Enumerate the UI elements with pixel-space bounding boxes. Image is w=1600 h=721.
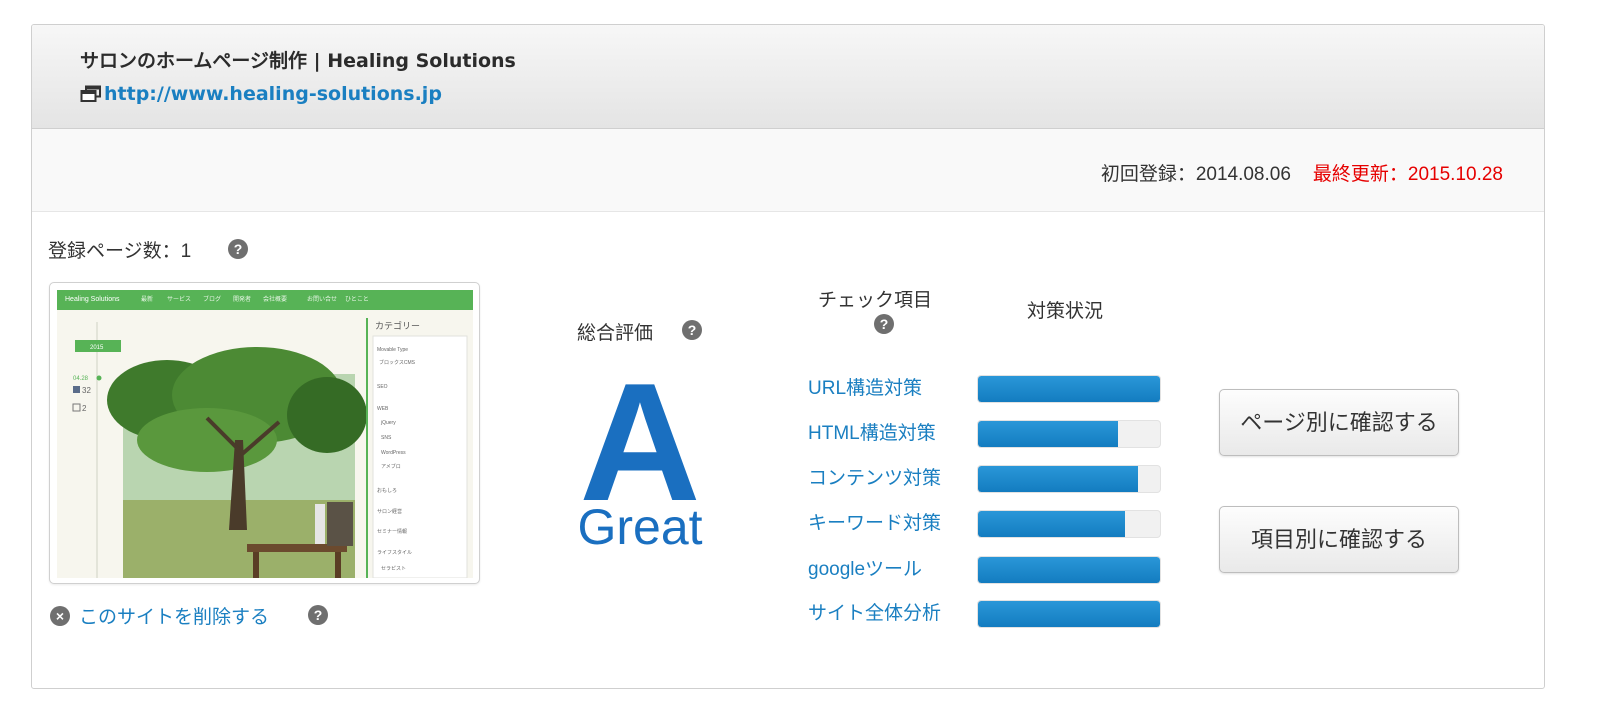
site-thumbnail[interactable]: Healing Solutions 最新 サービス ブログ 開発者 会社概要 お…: [49, 282, 480, 584]
thumb-year: 2015: [90, 345, 104, 351]
site-url-text[interactable]: http://www.healing-solutions.jp: [104, 83, 442, 105]
status-header: 対策状況: [1027, 301, 1104, 322]
thumb-category-title: カテゴリー: [375, 320, 420, 331]
progress-bar: [977, 465, 1161, 493]
progress-bar: [977, 375, 1161, 403]
thumb-menu-7: ひとこと: [345, 296, 369, 303]
thumb-category-3: WEB: [377, 406, 389, 412]
check-item-link[interactable]: サイト全体分析: [808, 599, 941, 629]
check-item-link[interactable]: googleツール: [808, 555, 922, 585]
thumb-date: 04.28: [73, 376, 89, 382]
help-icon[interactable]: ?: [682, 320, 702, 340]
delete-site-link[interactable]: × このサイトを削除する: [50, 602, 269, 629]
overall-grade-word: Great: [577, 499, 703, 555]
help-icon[interactable]: ?: [874, 314, 894, 334]
progress-bar-fill: [978, 601, 1160, 627]
site-title: サロンのホームページ制作 | Healing Solutions: [80, 50, 516, 72]
thumb-category-10: セミナー情報: [377, 528, 407, 535]
registration-dates: 初回登録：2014.08.06 最終更新：2015.10.28: [1101, 159, 1503, 186]
thumb-category-2: SEO: [377, 384, 388, 390]
progress-bar: [977, 600, 1161, 628]
delete-circle-icon[interactable]: ×: [50, 605, 70, 626]
thumb-category-4: jQuery: [380, 420, 396, 426]
progress-bar: [977, 420, 1161, 448]
help-icon[interactable]: ?: [228, 239, 248, 259]
registered-page-count: 登録ページ数：1: [48, 241, 192, 262]
thumb-menu-6: お問い合せ: [307, 295, 337, 303]
thumb-menu-4: 開発者: [233, 295, 251, 303]
thumb-menu-3: ブログ: [203, 295, 221, 303]
site-url-link[interactable]: http://www.healing-solutions.jp: [80, 83, 442, 105]
thumb-menu-2: サービス: [167, 295, 191, 303]
thumb-category-12: セラピスト: [381, 566, 406, 572]
thumb-menu-0: Healing Solutions: [65, 296, 120, 303]
progress-bar: [977, 510, 1161, 538]
progress-bar: [977, 556, 1161, 584]
thumb-category-11: ライフスタイル: [377, 549, 412, 556]
check-by-item-button[interactable]: 項目別に確認する: [1219, 506, 1459, 573]
thumb-comment-count: 2: [82, 404, 87, 413]
progress-bar-fill: [978, 557, 1160, 583]
check-item-link[interactable]: コンテンツ対策: [808, 464, 941, 494]
thumb-menu-5: 会社概要: [263, 295, 287, 303]
thumb-menu-1: 最新: [141, 295, 153, 303]
dates-bar: 初回登録：2014.08.06 最終更新：2015.10.28: [32, 129, 1544, 212]
site-header: サロンのホームページ制作 | Healing Solutions http://…: [32, 25, 1544, 129]
thumb-fb-count: 32: [82, 386, 91, 395]
thumb-category-9: サロン経営: [377, 508, 402, 515]
external-window-icon: [80, 85, 101, 102]
thumb-category-8: おもしろ: [377, 487, 397, 494]
check-items-header: チェック項目: [817, 290, 932, 311]
check-item-link[interactable]: キーワード対策: [808, 509, 941, 539]
site-thumbnail-image: Healing Solutions 最新 サービス ブログ 開発者 会社概要 お…: [57, 290, 473, 578]
delete-site-label[interactable]: このサイトを削除する: [79, 602, 269, 629]
progress-bar-fill: [978, 511, 1126, 537]
thumb-category-1: ブロックスCMS: [379, 359, 416, 366]
last-updated-date: 最終更新：2015.10.28: [1312, 164, 1503, 185]
overall-rating-label: 総合評価: [577, 323, 654, 344]
progress-bar-fill: [978, 466, 1139, 492]
progress-bar-fill: [978, 376, 1160, 402]
check-item-link[interactable]: HTML構造対策: [808, 419, 936, 449]
check-item-link[interactable]: URL構造対策: [808, 374, 922, 404]
progress-bar-fill: [978, 421, 1119, 447]
help-icon[interactable]: ?: [308, 605, 328, 625]
thumb-category-7: アメブロ: [381, 463, 401, 470]
first-registered-date: 初回登録：2014.08.06: [1100, 164, 1291, 185]
thumb-category-0: Movable Type: [377, 347, 408, 353]
thumb-category-6: WordPress: [381, 450, 406, 456]
check-by-page-button[interactable]: ページ別に確認する: [1219, 389, 1459, 456]
thumb-category-5: SNS: [381, 435, 392, 441]
